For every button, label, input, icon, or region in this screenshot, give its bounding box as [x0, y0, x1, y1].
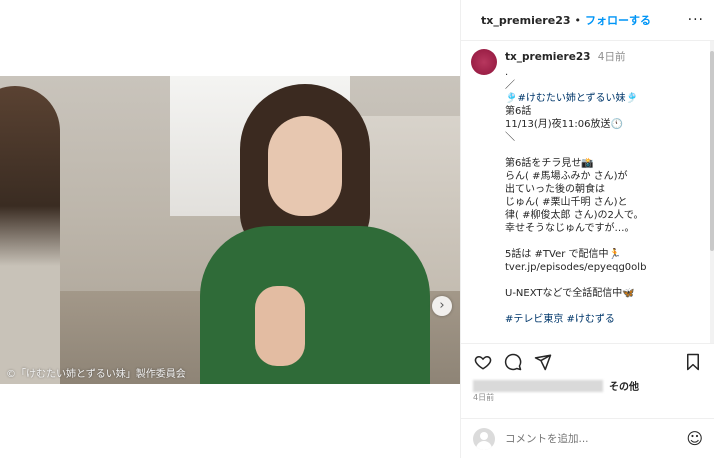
next-image-button[interactable]: ›: [432, 296, 452, 316]
likes-summary[interactable]: その他: [473, 378, 639, 393]
caption-line: [505, 274, 701, 287]
photo-hands: [255, 286, 305, 366]
caption-line: 律( #柳俊太郎 さん)の2人で。: [505, 210, 644, 221]
post-date[interactable]: 4日前: [473, 392, 494, 403]
photo-person-back: [0, 86, 60, 384]
photo-woman-body: [200, 226, 430, 384]
caption-line: 11/13(月)夜11:06放送🕚: [505, 119, 623, 130]
comment-bubble-icon[interactable]: [503, 352, 523, 372]
bookmark-save-icon[interactable]: [683, 352, 703, 372]
post-panel: tx_premiere23 • フォローする ··· tx_premiere23…: [460, 0, 714, 458]
post-actions: [461, 343, 714, 379]
caption-line: .: [505, 67, 509, 78]
caption-header: tx_premiere23 4日前: [505, 49, 701, 64]
caption-line[interactable]: 🎐#けむたい姉とずるい妹🎐: [505, 92, 701, 105]
comment-bar: ☺: [461, 418, 714, 458]
caption-text: . ／ 🎐#けむたい姉とずるい妹🎐 第6話 11/13(月)夜11:06放送🕚 …: [505, 66, 701, 326]
caption-line: [505, 300, 701, 313]
caption-line: じゅん( #栗山千明 さん)と: [505, 197, 628, 208]
caption-line: [505, 144, 701, 157]
caption-line: ／: [505, 80, 515, 91]
emoji-icon[interactable]: ☺: [686, 429, 703, 448]
user-avatar-icon: [473, 427, 495, 450]
header-username[interactable]: tx_premiere23: [481, 14, 571, 27]
comment-input[interactable]: [505, 432, 687, 445]
follow-button[interactable]: フォローする: [585, 12, 651, 28]
caption-username[interactable]: tx_premiere23: [505, 51, 590, 63]
caption-line: 幸せそうなじゅんですが…。: [505, 223, 635, 234]
caption-hashtags[interactable]: #テレビ東京 #けむずる: [505, 313, 701, 326]
avatar[interactable]: [471, 49, 497, 75]
caption-time[interactable]: 4日前: [598, 51, 626, 63]
caption-line: [505, 235, 701, 248]
photo-woman-face: [268, 116, 342, 216]
photo-copyright-caption: ©「けむたい姉とずるい妹」製作委員会: [6, 369, 186, 380]
caption-line: 第6話: [505, 106, 532, 117]
media-area: ©「けむたい姉とずるい妹」製作委員会 ›: [0, 0, 460, 458]
likes-others-label[interactable]: その他: [609, 378, 639, 393]
header-separator: •: [574, 13, 582, 27]
caption-line: らん( #馬場ふみか さん)が: [505, 171, 628, 182]
caption-line: U-NEXTなどで全話配信中🦋: [505, 288, 635, 299]
caption-line: ＼: [505, 132, 515, 143]
more-options-icon[interactable]: ···: [688, 12, 704, 28]
caption-scrollbar[interactable]: [710, 41, 714, 343]
post-photo[interactable]: ©「けむたい姉とずるい妹」製作委員会 ›: [0, 76, 460, 384]
instagram-post-view: ©「けむたい姉とずるい妹」製作委員会 › tx_premiere23 • フォロ…: [0, 0, 714, 458]
caption-link[interactable]: tver.jp/episodes/epyeqg0olb: [505, 261, 701, 274]
share-send-icon[interactable]: [533, 352, 553, 372]
scrollbar-thumb[interactable]: [710, 51, 714, 251]
post-header: tx_premiere23 • フォローする ···: [461, 0, 714, 41]
post-caption-area: tx_premiere23 4日前 . ／ 🎐#けむたい姉とずるい妹🎐 第6話 …: [461, 41, 711, 343]
like-heart-icon[interactable]: [473, 352, 493, 372]
likes-blurred-names: [473, 379, 603, 392]
caption-line: 出ていった後の朝食は: [505, 184, 605, 195]
caption-line: 5話は #TVer で配信中🏃: [505, 249, 621, 260]
caption-line: 第6話をチラ見せ📸: [505, 158, 594, 169]
